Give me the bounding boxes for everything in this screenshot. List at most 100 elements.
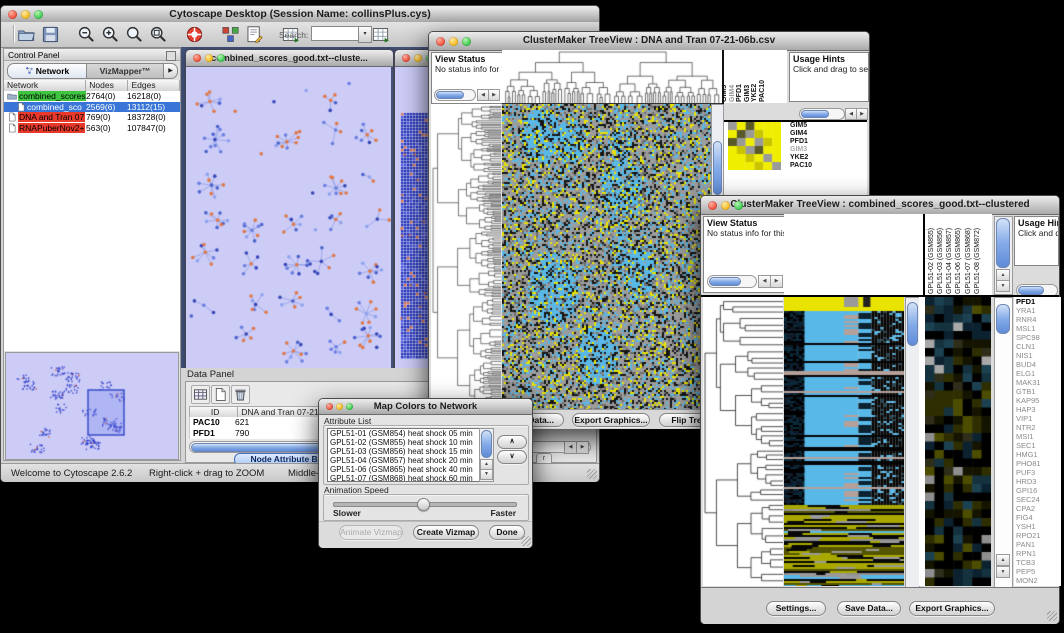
- scroll-up-icon[interactable]: ▲: [996, 554, 1010, 566]
- scroll-down-icon[interactable]: ▼: [480, 469, 493, 480]
- gene-label: SEC24: [1016, 495, 1061, 504]
- attribute-list-item[interactable]: GPL51-04 (GSM857) heat shock 20 min: [328, 456, 493, 465]
- zoom-fit-icon[interactable]: [149, 25, 168, 44]
- column-header-nodes[interactable]: Nodes: [86, 80, 128, 91]
- window-controls: [708, 201, 743, 210]
- folder-icon: [7, 91, 17, 101]
- create-vizmap-button[interactable]: Create Vizmap: [413, 525, 479, 540]
- zoom-actual-icon[interactable]: [125, 25, 144, 44]
- tv2-zoom-heatmap-canvas[interactable]: [925, 297, 991, 586]
- tv1-button-exportgraphics[interactable]: Export Graphics...: [572, 413, 650, 427]
- save-icon[interactable]: [41, 25, 60, 44]
- close-icon[interactable]: [436, 37, 445, 46]
- move-up-button[interactable]: ∧: [497, 435, 527, 449]
- tv2-heatmap-vscrollbar[interactable]: [905, 297, 920, 588]
- zoom-window-icon[interactable]: [217, 54, 225, 62]
- zoom-window-icon[interactable]: [734, 201, 743, 210]
- zoom-in-icon[interactable]: [101, 25, 120, 44]
- minimize-icon[interactable]: [205, 54, 213, 62]
- main-titlebar[interactable]: Cytoscape Desktop (Session Name: collins…: [1, 6, 599, 23]
- attribute-list-item[interactable]: GPL51-02 (GSM855) heat shock 10 min: [328, 438, 493, 447]
- tv1-similarity-matrix-canvas[interactable]: [728, 122, 781, 170]
- attribute-table-icon[interactable]: [191, 385, 210, 404]
- network-canvas[interactable]: [186, 67, 391, 368]
- attribute-list[interactable]: GPL51-01 (GSM854) heat shock 05 minGPL51…: [327, 428, 494, 482]
- birdseye-view-canvas[interactable]: [5, 352, 179, 460]
- float-panel-icon[interactable]: [166, 51, 176, 61]
- new-attribute-icon[interactable]: [211, 385, 230, 404]
- network-row[interactable]: DNA and Tran 07769(0)183728(0): [4, 112, 180, 123]
- treeview2-titlebar[interactable]: ClusterMaker TreeView : combined_scores_…: [701, 196, 1059, 215]
- column-header-network[interactable]: Network: [4, 80, 86, 91]
- search-input[interactable]: [311, 26, 359, 41]
- tv2-top-vscrollbar[interactable]: ▲ ▼: [994, 216, 1013, 295]
- tv2-gene-vscrollbar[interactable]: ▲ ▼: [994, 297, 1013, 588]
- tv1-row-dendrogram[interactable]: [431, 104, 501, 409]
- attribute-list-item[interactable]: GPL51-06 (GSM865) heat shock 40 min: [328, 465, 493, 474]
- attribute-list-item[interactable]: GPL51-07 (GSM868) heat shock 60 min: [328, 474, 493, 482]
- zoom-window-icon[interactable]: [462, 37, 471, 46]
- open-folder-icon[interactable]: [17, 25, 36, 44]
- zoom-window-icon[interactable]: [34, 10, 43, 19]
- tv2-global-heatmap-canvas[interactable]: [784, 297, 904, 586]
- close-icon[interactable]: [193, 54, 201, 62]
- scroll-right-icon[interactable]: ▶: [488, 89, 500, 101]
- tv1-rightpane-hscrollbar[interactable]: [799, 108, 845, 120]
- network-view-titlebar[interactable]: combined_scores_good.txt--cluste...: [186, 50, 393, 67]
- tv1-status-hscrollbar[interactable]: [434, 89, 476, 101]
- tab-vizmapper[interactable]: VizMapper™: [86, 63, 164, 79]
- minimize-icon[interactable]: [449, 37, 458, 46]
- vizmapper-squares-icon[interactable]: [221, 25, 240, 44]
- zoom-out-icon[interactable]: [77, 25, 96, 44]
- delete-attribute-icon[interactable]: [231, 385, 250, 404]
- tv2-button-savedata[interactable]: Save Data...: [837, 601, 901, 616]
- search-dropdown-icon[interactable]: ▾: [358, 26, 372, 43]
- minimize-icon[interactable]: [21, 10, 30, 19]
- speed-slider-thumb[interactable]: [417, 498, 430, 511]
- control-panel-title: Control Panel: [8, 50, 60, 60]
- column-header-edges[interactable]: Edges: [128, 80, 180, 91]
- scroll-right-icon[interactable]: ▶: [856, 108, 868, 120]
- network-row[interactable]: combined_sco2569(6)13112(15): [4, 102, 180, 113]
- tv2-button-settings[interactable]: Settings...: [766, 601, 826, 616]
- done-button[interactable]: Done: [489, 525, 525, 540]
- network-tab-icon[interactable]: [25, 65, 34, 74]
- gene-label: VIP1: [1016, 414, 1061, 423]
- attribute-list-item[interactable]: GPL51-03 (GSM856) heat shock 15 min: [328, 447, 493, 456]
- help-ring-icon[interactable]: [185, 25, 204, 44]
- gene-label: SEC1: [1016, 441, 1061, 450]
- resize-grip[interactable]: [587, 469, 597, 479]
- import-table-icon[interactable]: [371, 25, 390, 44]
- close-icon[interactable]: [402, 54, 410, 62]
- close-icon[interactable]: [708, 201, 717, 210]
- tv2-button-exportgraphics[interactable]: Export Graphics...: [909, 601, 995, 616]
- tv1-column-dendrogram[interactable]: [502, 50, 722, 104]
- treeview2-window: ClusterMaker TreeView : combined_scores_…: [700, 195, 1060, 624]
- minimize-icon[interactable]: [414, 54, 422, 62]
- attribute-list-item[interactable]: GPL51-01 (GSM854) heat shock 05 min: [328, 429, 493, 438]
- tab-network[interactable]: Network: [7, 63, 87, 79]
- dialog-titlebar[interactable]: Map Colors to Network: [319, 399, 532, 415]
- minimize-icon[interactable]: [721, 201, 730, 210]
- annotation-icon[interactable]: [245, 25, 264, 44]
- attribute-list-vscrollbar[interactable]: ▲ ▼: [479, 428, 494, 482]
- minimize-icon[interactable]: [336, 403, 343, 410]
- animate-vizmap-button[interactable]: Animate Vizmap: [339, 525, 403, 540]
- network-row[interactable]: combined_scores2764(0)16218(0): [4, 91, 180, 102]
- close-icon[interactable]: [326, 403, 333, 410]
- treeview1-titlebar[interactable]: ClusterMaker TreeView : DNA and Tran 07-…: [429, 32, 869, 51]
- tab-overflow-button[interactable]: ▶: [163, 63, 178, 79]
- move-down-button[interactable]: ∨: [497, 450, 527, 464]
- tv1-heatmap-canvas[interactable]: [502, 104, 711, 409]
- scroll-right-icon[interactable]: ▶: [770, 275, 783, 288]
- resize-grip[interactable]: [1047, 611, 1057, 621]
- tv2-row-dendrogram[interactable]: [703, 297, 783, 586]
- resize-grip[interactable]: [521, 536, 531, 546]
- scroll-down-icon[interactable]: ▼: [996, 280, 1010, 292]
- scroll-down-icon[interactable]: ▼: [996, 566, 1010, 578]
- close-icon[interactable]: [8, 10, 17, 19]
- tv2-column-label: GPL51-06 (GSM865): [955, 228, 963, 294]
- network-row[interactable]: RNAPuberNov2+563(0)107847(0): [4, 123, 180, 134]
- tv2-status-hscrollbar[interactable]: [707, 275, 757, 288]
- zoom-window-icon[interactable]: [346, 403, 353, 410]
